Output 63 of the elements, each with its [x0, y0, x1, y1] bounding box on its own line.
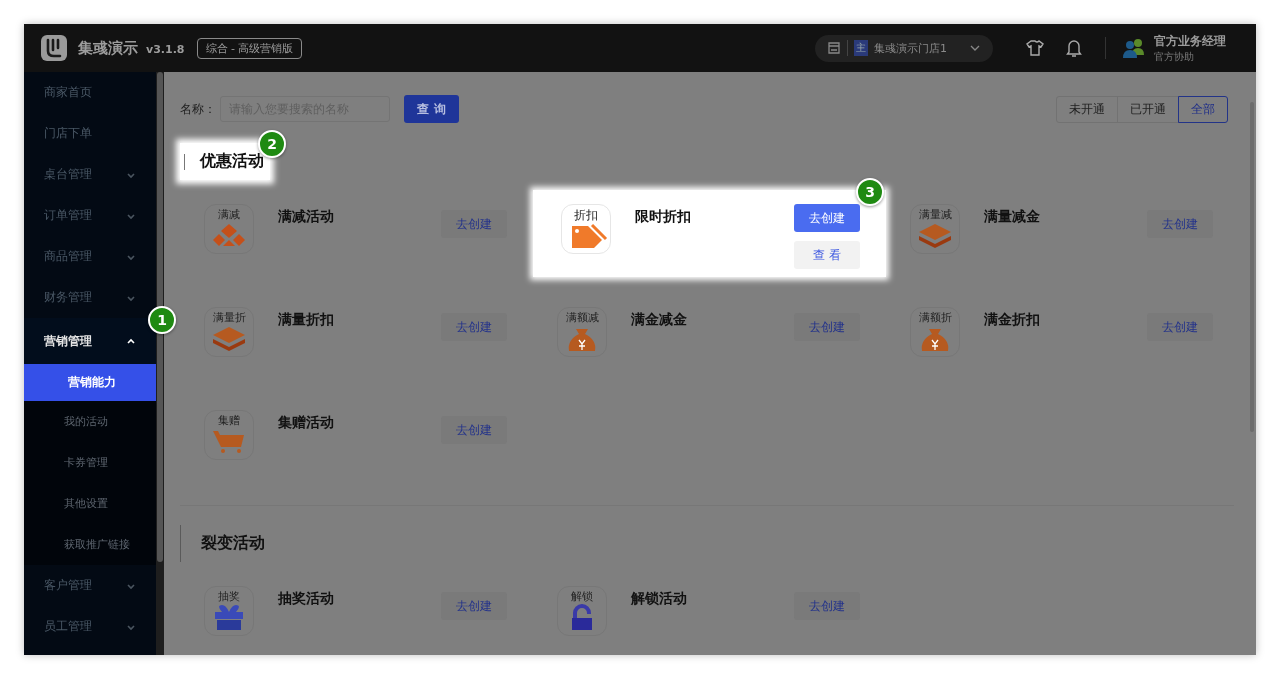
logo-icon — [40, 34, 68, 62]
activity-title: 满减活动 — [278, 208, 335, 226]
sidebar-subitem[interactable]: 营销能力 — [24, 364, 156, 401]
activity-icon: 解锁 — [557, 586, 607, 636]
view-button[interactable]: 查 看 — [794, 241, 860, 269]
create-button[interactable]: 去创建 — [441, 210, 507, 238]
sidebar-item[interactable]: 商家首页 — [24, 72, 156, 113]
activity-title: 解锁活动 — [631, 590, 688, 608]
version-label: v3.1.8 — [146, 43, 185, 56]
activity-title: 满金减金 — [631, 311, 688, 329]
create-button[interactable]: 去创建 — [794, 592, 860, 620]
step-marker: 1 — [148, 306, 176, 334]
user-role: 官方协助 — [1154, 49, 1195, 64]
create-button[interactable]: 去创建 — [794, 313, 860, 341]
edition-badge: 综合 - 高级营销版 — [196, 37, 303, 59]
sidebar-subitem[interactable]: 获取推广链接 — [24, 524, 156, 565]
activity-title: 集赠活动 — [278, 414, 335, 432]
create-button[interactable]: 去创建 — [1147, 313, 1213, 341]
users-icon — [1122, 37, 1146, 59]
create-button[interactable]: 去创建 — [441, 313, 507, 341]
activity-title: 限时折扣 — [635, 208, 692, 226]
filter-tab[interactable]: 全部 — [1178, 95, 1228, 123]
activity-title: 抽奖活动 — [278, 590, 335, 608]
sidebar-subitem[interactable]: 其他设置 — [24, 483, 156, 524]
sidebar-item[interactable]: 门店下单 — [24, 113, 156, 154]
activity-title: 满量减金 — [984, 208, 1041, 226]
activity-icon: 抽奖 — [204, 586, 254, 636]
user-name: 官方业务经理 — [1154, 32, 1226, 50]
store-name: 集彧演示门店1 — [874, 40, 947, 56]
bell-icon[interactable] — [1065, 38, 1083, 58]
create-button[interactable]: 去创建 — [794, 204, 860, 232]
shirt-icon[interactable] — [1025, 38, 1045, 58]
chevron-up-icon — [126, 336, 136, 346]
query-button[interactable]: 查 询 — [404, 95, 459, 123]
sidebar-item[interactable]: 桌台管理 — [24, 154, 156, 195]
sidebar-item[interactable]: 员工管理 — [24, 606, 156, 647]
activity-icon: 满量减 — [910, 204, 960, 254]
section-title: 裂变活动 — [180, 524, 271, 562]
sidebar-subitem[interactable]: 我的活动 — [24, 401, 156, 442]
filter-tab[interactable]: 未开通 — [1056, 95, 1118, 123]
sidebar-item[interactable]: 订单管理 — [24, 195, 156, 236]
app-name: 集彧演示 — [78, 38, 138, 58]
activity-title: 满金折扣 — [984, 311, 1041, 329]
sidebar-item[interactable]: 客户管理 — [24, 565, 156, 606]
filter-tab[interactable]: 已开通 — [1117, 95, 1179, 123]
store-selector[interactable]: 主 集彧演示门店1 — [815, 34, 993, 62]
activity-icon: 满额折 — [910, 307, 960, 357]
activity-icon: 满减 — [204, 204, 254, 254]
create-button[interactable]: 去创建 — [441, 416, 507, 444]
create-button[interactable]: 去创建 — [1147, 210, 1213, 238]
sidebar-item[interactable]: 商品管理 — [24, 236, 156, 277]
main-store-badge: 主 — [854, 40, 868, 56]
step-marker: 3 — [856, 178, 884, 206]
create-button[interactable]: 去创建 — [441, 592, 507, 620]
activity-icon: 满额减 — [557, 307, 607, 357]
activity-title: 满量折扣 — [278, 311, 335, 329]
activity-icon: 满量折 — [204, 307, 254, 357]
sidebar-subitem[interactable]: 卡券管理 — [24, 442, 156, 483]
activity-icon: 集赠 — [204, 410, 254, 460]
store-icon — [827, 41, 841, 55]
sidebar-item[interactable]: 营销管理 — [24, 318, 156, 364]
activity-icon: 折扣 — [561, 204, 611, 254]
search-label: 名称： — [180, 100, 216, 118]
